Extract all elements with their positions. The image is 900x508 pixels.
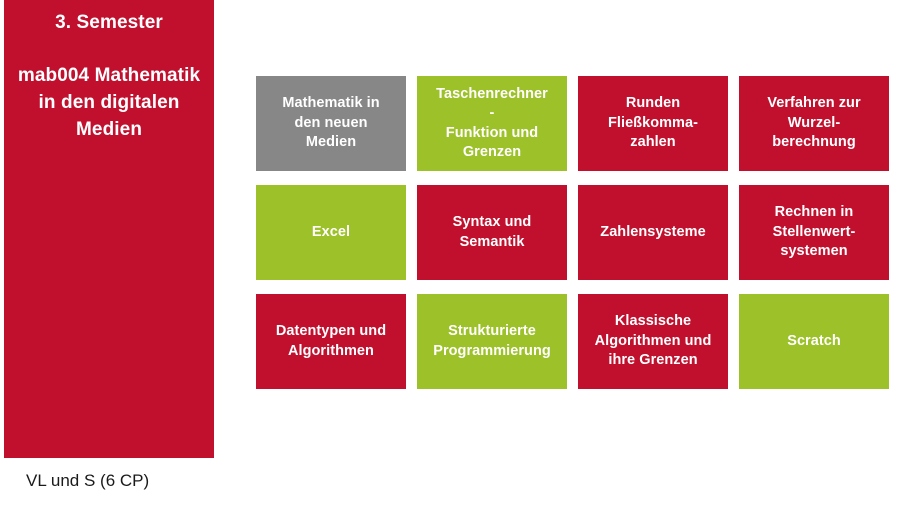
- semester-label: 3. Semester: [55, 12, 163, 33]
- module-title: mab004 Mathematik in den digitalen Medie…: [17, 65, 201, 140]
- topic-tile[interactable]: Zahlensysteme: [578, 185, 728, 280]
- topic-tile[interactable]: Taschenrechner - Funktion und Grenzen: [417, 76, 567, 171]
- topic-tile[interactable]: Scratch: [739, 294, 889, 389]
- topic-tile[interactable]: Runden Fließkomma- zahlen: [578, 76, 728, 171]
- topic-tile[interactable]: Mathematik in den neuen Medien: [256, 76, 406, 171]
- topic-tile[interactable]: Datentypen und Algorithmen: [256, 294, 406, 389]
- credits-caption: VL und S (6 CP): [26, 471, 150, 490]
- topic-tile[interactable]: Klassische Algorithmen und ihre Grenzen: [578, 294, 728, 389]
- topic-tile[interactable]: Strukturierte Programmierung: [417, 294, 567, 389]
- semester-panel: 3. Semester mab004 Mathematik in den dig…: [4, 0, 214, 458]
- topic-tile-grid: Mathematik in den neuen Medien Taschenrec…: [256, 76, 890, 389]
- topic-tile[interactable]: Rechnen in Stellenwert- systemen: [739, 185, 889, 280]
- topic-tile[interactable]: Excel: [256, 185, 406, 280]
- topic-tile[interactable]: Syntax und Semantik: [417, 185, 567, 280]
- topic-tile[interactable]: Verfahren zur Wurzel- berechnung: [739, 76, 889, 171]
